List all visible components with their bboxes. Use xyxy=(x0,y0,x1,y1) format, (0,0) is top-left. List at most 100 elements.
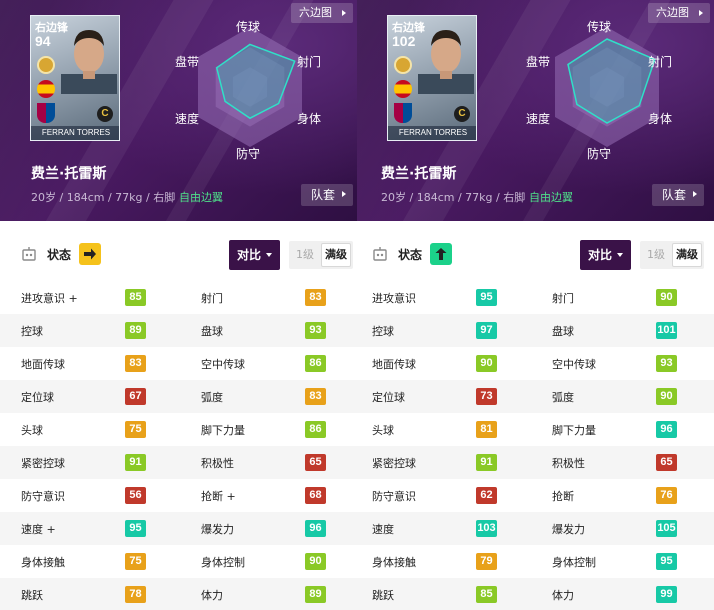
stat-value-badge: 101 xyxy=(656,322,677,339)
stat-name: 紧密控球 xyxy=(372,457,416,470)
player-card[interactable]: 右边锋 102 C FERRAN TORRES xyxy=(387,15,477,141)
stat-value-badge: 95 xyxy=(476,289,497,306)
card-rating: 94 xyxy=(35,33,51,49)
compare-button[interactable]: 对比 xyxy=(580,240,631,270)
stat-name: 射门 xyxy=(201,292,223,305)
card-player-name: FERRAN TORRES xyxy=(31,126,119,140)
table-row: 控球 97 盘球 101 xyxy=(357,314,714,347)
stat-name: 定位球 xyxy=(372,391,405,404)
table-row: 进攻意识 95 射门 90 xyxy=(357,281,714,314)
radar-label-passing: 传球 xyxy=(587,20,612,34)
player-panel-left: 右边锋 94 C FERRAN TORRES 六边图 传球 盘带 射门 速度 身… xyxy=(0,0,357,610)
stat-value-badge: 86 xyxy=(305,421,326,438)
stat-name: 跳跃 xyxy=(372,589,394,602)
chevron-down-icon xyxy=(617,253,623,257)
stat-name: 防守意识 xyxy=(372,490,416,503)
stat-name: 盘球 xyxy=(552,325,574,338)
stat-value-badge: 75 xyxy=(125,421,146,438)
stat-name: 积极性 xyxy=(201,457,234,470)
table-row: 跳跃 85 体力 99 xyxy=(357,578,714,610)
stat-name: 空中传球 xyxy=(552,358,596,371)
arrow-up-icon xyxy=(435,248,447,260)
stat-name: 速度 + xyxy=(21,523,56,536)
compare-button[interactable]: 对比 xyxy=(229,240,280,270)
stat-value-badge: 95 xyxy=(656,553,677,570)
player-name: 费兰·托雷斯 xyxy=(381,166,457,182)
stat-name: 盘球 xyxy=(201,325,223,338)
stat-value-badge: 79 xyxy=(476,553,497,570)
club-badge-icon xyxy=(37,56,55,74)
stat-value-badge: 83 xyxy=(305,289,326,306)
level-toggle: 1级 满级 xyxy=(640,241,704,269)
table-row: 定位球 73 弧度 90 xyxy=(357,380,714,413)
robot-icon xyxy=(22,247,36,261)
radar-label-defense: 防守 xyxy=(236,147,261,161)
radar-label-physical: 身体 xyxy=(297,112,322,126)
stat-value-badge: 90 xyxy=(656,289,677,306)
table-row: 地面传球 83 空中传球 86 xyxy=(0,347,357,380)
barcelona-crest-icon xyxy=(394,103,412,123)
level-1-option[interactable]: 1级 xyxy=(640,241,672,269)
radar-label-defense: 防守 xyxy=(587,147,612,161)
player-header: 右边锋 102 C FERRAN TORRES 六边图 传球 盘带 射门 速度 … xyxy=(357,0,714,240)
stat-value-badge: 95 xyxy=(125,520,146,537)
stat-value-badge: 83 xyxy=(305,388,326,405)
kit-button[interactable]: 队套 xyxy=(301,184,353,206)
table-row: 速度 103 爆发力 105 xyxy=(357,512,714,545)
level-toggle: 1级 满级 xyxy=(289,241,353,269)
chevron-right-icon xyxy=(693,191,697,197)
stat-value-badge: 56 xyxy=(125,487,146,504)
stat-value-badge: 103 xyxy=(476,520,497,537)
stat-name: 头球 xyxy=(372,424,394,437)
stat-name: 积极性 xyxy=(552,457,585,470)
stat-name: 地面传球 xyxy=(21,358,65,371)
table-row: 头球 75 脚下力量 86 xyxy=(0,413,357,446)
stat-name: 进攻意识 xyxy=(372,292,416,305)
table-row: 身体接触 75 身体控制 90 xyxy=(0,545,357,578)
card-tier-badge: C xyxy=(97,106,113,122)
stat-name: 身体接触 xyxy=(372,556,416,569)
stat-value-badge: 65 xyxy=(656,454,677,471)
status-label: 状态 xyxy=(398,248,423,262)
stat-name: 跳跃 xyxy=(21,589,43,602)
kit-button[interactable]: 队套 xyxy=(652,184,704,206)
play-style[interactable]: 自由边翼 xyxy=(529,189,573,205)
stat-value-badge: 105 xyxy=(656,520,677,537)
stat-value-badge: 96 xyxy=(656,421,677,438)
play-style[interactable]: 自由边翼 xyxy=(179,189,223,205)
stat-name: 爆发力 xyxy=(201,523,234,536)
stat-value-badge: 96 xyxy=(305,520,326,537)
level-max-option[interactable]: 满级 xyxy=(321,243,351,267)
level-1-option[interactable]: 1级 xyxy=(289,241,321,269)
stat-value-badge: 90 xyxy=(476,355,497,372)
level-max-option[interactable]: 满级 xyxy=(672,243,702,267)
compare-button-label: 对比 xyxy=(588,248,613,262)
player-card[interactable]: 右边锋 94 C FERRAN TORRES xyxy=(30,15,120,141)
table-row: 跳跃 78 体力 89 xyxy=(0,578,357,610)
table-row: 防守意识 62 抢断 76 xyxy=(357,479,714,512)
stat-name: 定位球 xyxy=(21,391,54,404)
kit-button-label: 队套 xyxy=(311,188,336,202)
player-photo xyxy=(418,30,474,94)
radar-label-speed: 速度 xyxy=(175,112,200,126)
chevron-right-icon xyxy=(699,10,703,16)
card-player-name: FERRAN TORRES xyxy=(388,126,476,140)
stat-value-badge: 90 xyxy=(305,553,326,570)
stat-name: 身体接触 xyxy=(21,556,65,569)
player-info: 20岁 / 184cm / 77kg / 右脚 xyxy=(31,191,176,204)
stat-name: 头球 xyxy=(21,424,43,437)
radar-label-physical: 身体 xyxy=(648,112,673,126)
chevron-right-icon xyxy=(342,191,346,197)
spain-flag-icon xyxy=(37,80,55,98)
stat-name: 抢断 xyxy=(552,490,574,503)
stat-name: 紧密控球 xyxy=(21,457,65,470)
table-row: 身体接触 79 身体控制 95 xyxy=(357,545,714,578)
radar-label-speed: 速度 xyxy=(526,112,551,126)
table-row: 紧密控球 91 积极性 65 xyxy=(357,446,714,479)
table-row: 防守意识 56 抢断 + 68 xyxy=(0,479,357,512)
condition-badge xyxy=(79,243,101,265)
stat-value-badge: 91 xyxy=(125,454,146,471)
stat-name: 爆发力 xyxy=(552,523,585,536)
stat-name: 身体控制 xyxy=(201,556,245,569)
status-label: 状态 xyxy=(47,248,72,262)
